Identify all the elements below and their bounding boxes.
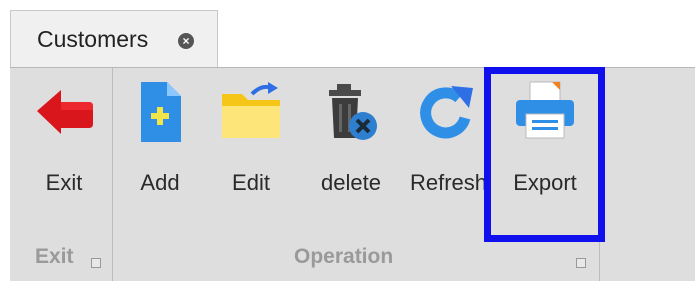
dialog-launcher-icon[interactable] bbox=[576, 258, 586, 268]
refresh-label: Refresh bbox=[410, 170, 486, 195]
group-separator bbox=[112, 68, 113, 281]
edit-folder-icon bbox=[222, 82, 280, 138]
delete-trash-icon bbox=[329, 84, 377, 140]
delete-button[interactable]: delete bbox=[306, 68, 396, 228]
group-label-exit: Exit bbox=[35, 245, 74, 268]
edit-label: Edit bbox=[232, 170, 270, 195]
exit-arrow-icon bbox=[37, 90, 93, 134]
tab-label: Customers bbox=[37, 26, 149, 52]
delete-label: delete bbox=[321, 170, 381, 195]
add-button[interactable]: Add bbox=[122, 68, 198, 228]
edit-button[interactable]: Edit bbox=[206, 68, 296, 228]
tab-customers[interactable]: Customers × bbox=[10, 10, 218, 68]
refresh-button[interactable]: Refresh bbox=[404, 68, 486, 228]
export-highlight-box bbox=[484, 67, 605, 242]
exit-label: Exit bbox=[45, 170, 83, 195]
close-icon[interactable]: × bbox=[178, 33, 194, 49]
exit-button[interactable]: Exit bbox=[20, 68, 108, 228]
dialog-launcher-icon[interactable] bbox=[91, 258, 101, 268]
group-label-operation: Operation bbox=[294, 245, 394, 268]
add-label: Add bbox=[140, 170, 180, 195]
add-document-icon bbox=[141, 82, 181, 142]
refresh-icon bbox=[420, 86, 473, 139]
